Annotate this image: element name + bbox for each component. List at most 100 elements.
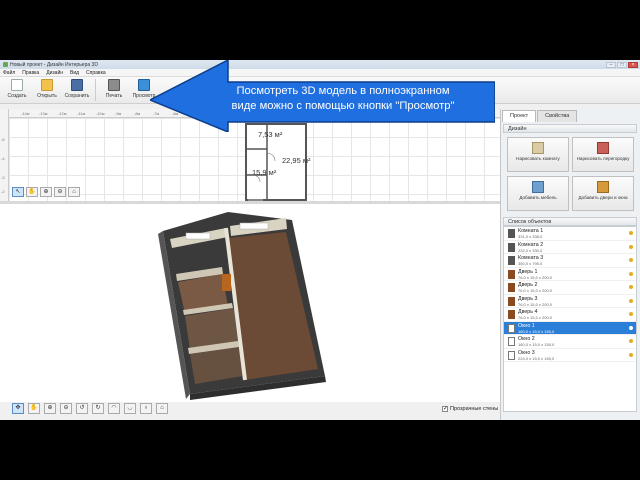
zoom-out-icon[interactable]: ⊖ [54, 187, 66, 197]
visibility-icon[interactable] [629, 352, 633, 357]
object-dimensions: 232,0 x 330,0 [518, 247, 543, 253]
door-icon [508, 310, 515, 319]
orbit-icon[interactable]: ✥ [12, 403, 24, 414]
rotate-left-icon[interactable]: ↺ [76, 403, 88, 414]
plan-3d-view[interactable] [0, 204, 500, 402]
objects-section-header: Список объектов [503, 217, 637, 226]
printer-icon [108, 79, 120, 91]
object-dimensions: 76,0 x 15,0 x 200,0 [518, 301, 553, 307]
save-button[interactable]: Сохранить [62, 79, 92, 99]
object-list: Комната 1 331,0 x 338,0 Комната 2 232,0 x 3… [503, 226, 637, 412]
checkbox-icon[interactable]: ✓ [442, 406, 448, 412]
room-3d-model [158, 212, 326, 400]
menu-edit[interactable]: Правка [22, 70, 39, 76]
brick-wall-icon [597, 142, 609, 154]
monitor-icon [138, 79, 150, 91]
callout-line-2: виде можно с помощью кнопки "Просмотр" [231, 100, 455, 112]
ruler-mark: -4 [1, 156, 5, 161]
window-icon [508, 337, 515, 346]
object-name: Дверь 3 [518, 295, 538, 302]
object-name: Окно 1 [518, 322, 535, 329]
open-button[interactable]: Открыть [32, 79, 62, 99]
object-name: Дверь 4 [518, 309, 538, 315]
pencil-room-icon [532, 142, 544, 154]
object-list-item[interactable]: Комната 3 350,0 x 795,0 [504, 254, 636, 268]
draw-room-button[interactable]: Нарисовать комнату [507, 137, 569, 172]
callout-line-1: Посмотреть 3D модель в полноэкранном [236, 85, 450, 97]
add-furniture-button[interactable]: Добавить мебель [507, 176, 569, 211]
window-title: Новый проект - Дизайн Интерьера 3D [10, 61, 98, 68]
light-bulb-icon[interactable]: ♁ [140, 403, 152, 414]
hand-pan-icon[interactable]: ✋ [26, 187, 38, 197]
transparent-walls-label: Прозрачные стены [450, 406, 499, 412]
select-arrow-icon[interactable]: ↖ [12, 187, 24, 197]
object-list-item[interactable]: Дверь 3 76,0 x 15,0 x 200,0 [504, 295, 636, 308]
object-list-item[interactable]: Окно 1 160,0 x 15,0 x 150,0 [504, 321, 636, 335]
plan-toolbar: ↖ ✋ ⊕ ⊖ ⌂ [12, 187, 80, 197]
visibility-icon[interactable] [629, 339, 633, 343]
callout-text: Посмотреть 3D модель в полноэкранном вид… [208, 84, 478, 114]
transparent-walls-toggle[interactable]: ✓ Прозрачные стены [442, 406, 498, 412]
add-doors-windows-label: Добавить двери и окна [578, 195, 628, 200]
door-icon [508, 296, 515, 306]
room-icon [508, 256, 515, 265]
visibility-icon[interactable] [629, 312, 633, 316]
ruler-mark: -6 [1, 137, 5, 142]
close-button[interactable]: × [628, 61, 638, 68]
home-icon[interactable]: ⌂ [156, 403, 168, 414]
video-frame: Новый проект - Дизайн Интерьера 3D – □ ×… [0, 0, 640, 480]
print-button[interactable]: Печать [99, 79, 129, 99]
object-name: Комната 3 [518, 255, 544, 261]
ruler-mark: -12м [58, 111, 67, 116]
tab-properties[interactable]: Свойства [537, 110, 578, 122]
object-list-item[interactable]: Дверь 2 76,0 x 15,0 x 200,0 [504, 281, 636, 295]
tilt-up-icon[interactable]: ◠ [108, 403, 120, 414]
tab-project[interactable]: Проект [502, 110, 537, 122]
create-button[interactable]: Создать [2, 79, 32, 99]
hand-pan-icon[interactable]: ✋ [28, 403, 40, 414]
rotate-right-icon[interactable]: ↻ [92, 403, 104, 414]
door-icon [508, 269, 515, 279]
object-dimensions: 76,0 x 15,0 x 200,0 [518, 288, 553, 293]
visibility-icon[interactable] [629, 258, 633, 262]
visibility-icon[interactable] [629, 231, 633, 235]
object-name: Окно 3 [518, 349, 535, 356]
save-label: Сохранить [64, 93, 90, 99]
design-section-header: Дизайн [503, 124, 637, 133]
menu-design[interactable]: Дизайн [46, 70, 63, 76]
visibility-icon[interactable] [629, 285, 633, 289]
object-list-item[interactable]: Дверь 4 76,0 x 15,0 x 200,0 [504, 308, 636, 322]
minimize-button[interactable]: – [606, 61, 616, 68]
add-doors-windows-button[interactable]: Добавить двери и окна [572, 176, 634, 211]
room-icon [508, 229, 515, 238]
tilt-down-icon[interactable]: ◡ [124, 403, 136, 414]
object-list-item[interactable]: Окно 3 224,0 x 15,0 x 150,0 [504, 349, 636, 362]
furniture-icon [532, 181, 544, 193]
visibility-icon[interactable] [629, 244, 633, 249]
ruler-mark: -3 [1, 175, 5, 180]
visibility-icon[interactable] [629, 271, 633, 276]
print-label: Печать [105, 93, 123, 99]
visibility-icon[interactable] [629, 325, 633, 330]
draw-partition-button[interactable]: Нарисовать перегородку [572, 137, 634, 172]
ruler-mark: -2 [1, 189, 5, 194]
zoom-out-icon[interactable]: ⊖ [60, 403, 72, 414]
object-list-item[interactable]: Окно 2 160,0 x 15,0 x 150,0 [504, 335, 636, 349]
object-list-item[interactable]: Комната 1 331,0 x 338,0 [504, 227, 636, 241]
home-icon[interactable]: ⌂ [68, 187, 80, 197]
visibility-icon[interactable] [629, 298, 633, 303]
menu-file[interactable]: Файл [3, 70, 15, 76]
maximize-button[interactable]: □ [617, 61, 627, 68]
floppy-icon [71, 79, 83, 91]
object-list-item[interactable]: Комната 2 232,0 x 330,0 [504, 241, 636, 254]
zoom-in-icon[interactable]: ⊕ [44, 403, 56, 414]
ruler-mark: -13м [39, 111, 48, 116]
ruler-mark: -11м [77, 111, 86, 116]
window-icon [508, 323, 515, 333]
door-icon [508, 283, 515, 292]
menu-help[interactable]: Справка [86, 70, 106, 76]
object-list-item[interactable]: Дверь 1 76,0 x 15,0 x 200,0 [504, 268, 636, 281]
zoom-in-icon[interactable]: ⊕ [40, 187, 52, 197]
menu-view[interactable]: Вид [70, 70, 79, 76]
room-area-label: 15,9 м² [252, 168, 277, 177]
